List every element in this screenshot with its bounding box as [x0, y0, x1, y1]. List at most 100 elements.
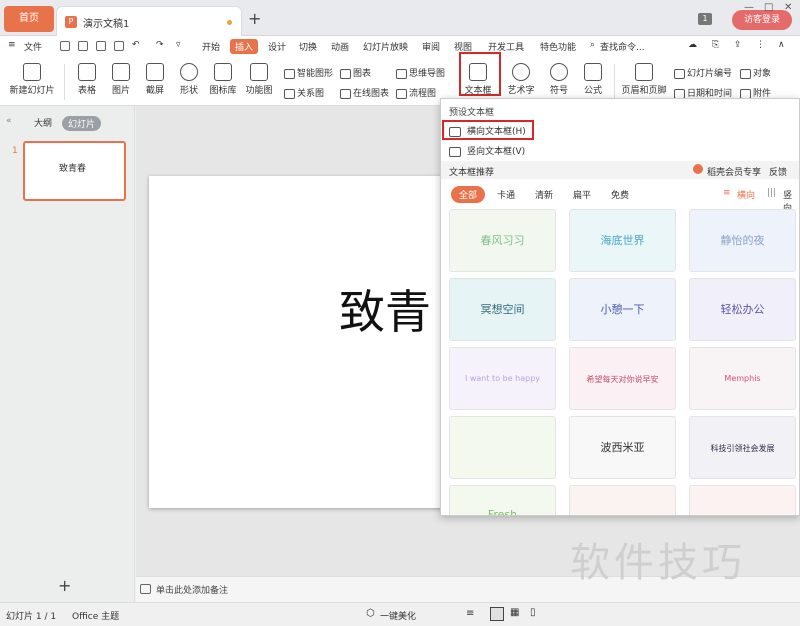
- textbox-template-card[interactable]: 轻松办公: [689, 278, 796, 341]
- new-tab-plus-icon[interactable]: +: [248, 9, 261, 28]
- customize-icon[interactable]: ▿: [176, 40, 181, 50]
- login-button[interactable]: 访客登录: [732, 10, 792, 30]
- menu-animation[interactable]: 动画: [331, 40, 349, 53]
- smart-shape-button[interactable]: 智能图形: [284, 66, 333, 79]
- menu-features[interactable]: 特色功能: [540, 40, 576, 53]
- notes-toggle-icon[interactable]: ≡: [466, 608, 474, 619]
- icon-library-button[interactable]: 图标库: [206, 58, 240, 106]
- share-icon[interactable]: ⎘: [712, 40, 719, 50]
- shape-button[interactable]: 形状: [172, 58, 206, 106]
- upload-icon[interactable]: ⇪: [734, 40, 742, 50]
- preview-icon[interactable]: [114, 41, 124, 51]
- collapse-ribbon-icon[interactable]: ∧: [778, 40, 785, 50]
- slide-title-text[interactable]: 致青: [339, 276, 431, 342]
- redo-icon[interactable]: ↷: [156, 40, 164, 50]
- textbox-template-label: Memphis: [724, 374, 761, 383]
- table-label: 表格: [77, 86, 96, 96]
- picture-label: 图片: [111, 86, 130, 96]
- notes-placeholder[interactable]: 单击此处添加备注: [156, 583, 228, 596]
- textbox-template-label: 小憩一下: [600, 303, 645, 316]
- chart-button[interactable]: 图表: [340, 66, 371, 79]
- relation-chart-label: 关系图: [297, 89, 325, 99]
- normal-view-icon[interactable]: [490, 607, 504, 621]
- icon-library-label: 图标库: [209, 86, 237, 96]
- add-slide-plus-icon[interactable]: +: [58, 576, 71, 595]
- window-count-badge[interactable]: 1: [698, 13, 712, 25]
- menu-start[interactable]: 开始: [202, 40, 220, 53]
- menu-file[interactable]: 文件: [24, 40, 42, 53]
- textbox-template-card[interactable]: [449, 416, 556, 479]
- calendar-icon: [674, 88, 685, 99]
- collapse-panel-icon[interactable]: «: [6, 116, 12, 126]
- export-icon[interactable]: [96, 41, 106, 51]
- new-slide-icon: [23, 63, 41, 81]
- object-button[interactable]: 对象: [740, 66, 771, 79]
- textbox-template-card[interactable]: 静怡的夜: [689, 209, 796, 272]
- textbox-template-card[interactable]: [569, 485, 676, 515]
- textbox-template-card[interactable]: 希望每天对你说早安: [569, 347, 676, 410]
- textbox-template-card[interactable]: Memphis: [689, 347, 796, 410]
- category-free[interactable]: 免费: [611, 188, 629, 201]
- category-cartoon[interactable]: 卡通: [497, 188, 515, 201]
- beautify-button[interactable]: 一键美化: [380, 609, 416, 622]
- picture-button[interactable]: 图片: [104, 58, 138, 106]
- horizontal-textbox-highlight: [442, 120, 534, 140]
- tab-outline[interactable]: 大纲: [34, 116, 52, 129]
- textbox-template-label: 春风习习: [480, 234, 525, 247]
- close-icon[interactable]: ✕: [784, 2, 792, 13]
- menu-design[interactable]: 设计: [268, 40, 286, 53]
- table-button[interactable]: 表格: [70, 58, 104, 106]
- category-flat[interactable]: 扁平: [573, 188, 591, 201]
- menu-slideshow[interactable]: 幻灯片放映: [363, 40, 408, 53]
- maximize-icon[interactable]: □: [764, 2, 773, 13]
- textbox-template-card[interactable]: 小憩一下: [569, 278, 676, 341]
- textbox-template-card[interactable]: I want to be happy: [449, 347, 556, 410]
- orient-horizontal[interactable]: 横向: [737, 188, 755, 201]
- tab-home[interactable]: 首页: [4, 6, 54, 32]
- slide-number-button[interactable]: 幻灯片编号: [674, 66, 732, 79]
- online-chart-button[interactable]: 在线图表: [340, 86, 389, 99]
- textbox-template-card[interactable]: 波西米亚: [569, 416, 676, 479]
- new-slide-button[interactable]: 新建幻灯片: [4, 58, 60, 106]
- textbox-template-card[interactable]: 春风习习: [449, 209, 556, 272]
- reading-view-icon[interactable]: ▯: [530, 607, 536, 618]
- mind-map-button[interactable]: 思维导图: [396, 66, 445, 79]
- textbox-template-card[interactable]: Fresh: [449, 485, 556, 515]
- textbox-template-card[interactable]: 科技引领社会发展: [689, 416, 796, 479]
- icon-library-icon: [214, 63, 232, 81]
- function-chart-button[interactable]: 功能图: [240, 58, 278, 106]
- chart-label: 图表: [353, 69, 372, 79]
- more-icon[interactable]: ⋮: [756, 40, 765, 50]
- hamburger-icon[interactable]: ≡: [8, 40, 16, 50]
- minimize-icon[interactable]: —: [744, 2, 754, 13]
- menu-review[interactable]: 审阅: [422, 40, 440, 53]
- category-all[interactable]: 全部: [451, 186, 486, 203]
- textbox-template-card[interactable]: 冥想空间: [449, 278, 556, 341]
- art-text-icon: [512, 63, 530, 81]
- shape-label: 形状: [179, 86, 198, 96]
- relation-chart-button[interactable]: 关系图: [284, 86, 324, 99]
- slide-sorter-icon[interactable]: ▦: [510, 607, 519, 618]
- category-fresh[interactable]: 清新: [535, 188, 553, 201]
- textbox-template-card[interactable]: [689, 485, 796, 515]
- undo-icon[interactable]: ↶: [132, 40, 140, 50]
- slide-thumbnail[interactable]: 致青春: [23, 141, 126, 201]
- tab-slides[interactable]: 幻灯片: [62, 116, 102, 131]
- textbox-template-label: 希望每天对你说早安: [586, 375, 659, 384]
- menu-transition[interactable]: 切换: [299, 40, 317, 53]
- screenshot-button[interactable]: 截屏: [138, 58, 172, 106]
- online-chart-label: 在线图表: [353, 89, 390, 99]
- function-chart-icon: [250, 63, 268, 81]
- textbox-template-card[interactable]: 海底世界: [569, 209, 676, 272]
- command-search[interactable]: 查找命令...: [600, 40, 645, 53]
- print-icon[interactable]: [78, 41, 88, 51]
- beautify-icon: ⬡: [366, 608, 375, 619]
- tab-document[interactable]: P 演示文稿1: [56, 6, 242, 36]
- save-icon[interactable]: [60, 41, 70, 51]
- cloud-icon[interactable]: ☁: [688, 40, 697, 50]
- feedback-button[interactable]: 反馈: [769, 165, 787, 178]
- vertical-textbox-item[interactable]: 竖向文本框(V): [449, 144, 525, 157]
- flowchart-button[interactable]: 流程图: [396, 86, 436, 99]
- smart-shape-label: 智能图形: [297, 69, 334, 79]
- menu-insert[interactable]: 插入: [230, 39, 259, 54]
